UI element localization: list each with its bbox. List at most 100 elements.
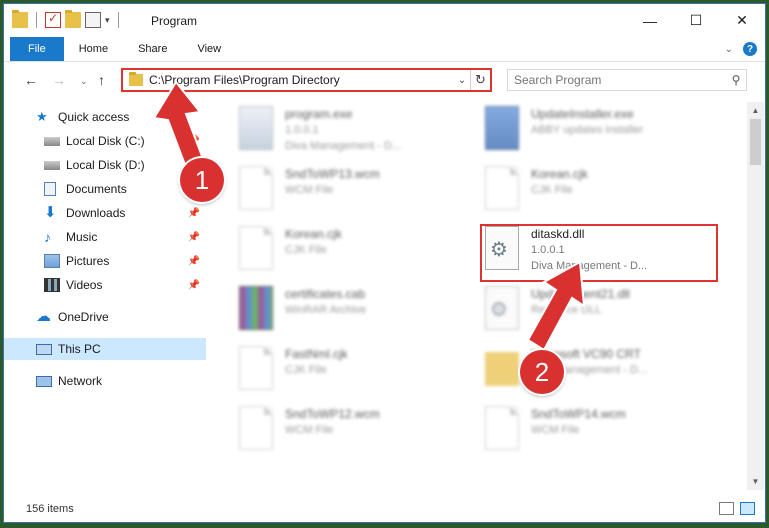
pin-icon[interactable]: 📌 <box>188 280 200 291</box>
maximize-button[interactable]: ☐ <box>673 4 719 37</box>
address-bar[interactable]: C:\Program Files\Program Directory ⌄ ↻ <box>121 68 492 92</box>
folder-icon <box>485 352 519 386</box>
navigation-pane: ★ Quick access Local Disk (C:) 📌 Local D… <box>4 102 206 488</box>
download-icon: ⬇ <box>44 204 57 221</box>
sidebar-item-label: Local Disk (C:) <box>66 134 145 148</box>
tab-share[interactable]: Share <box>123 37 182 61</box>
pin-icon[interactable]: 📌 <box>188 136 200 147</box>
sidebar-item-label: Music <box>66 230 98 244</box>
sidebar-item-downloads[interactable]: ⬇ Downloads 📌 <box>4 202 206 224</box>
up-arrow-icon[interactable]: ↑ <box>98 72 105 88</box>
sidebar-item-label: OneDrive <box>58 310 109 324</box>
title-bar: ▾ Program — ☐ ✕ <box>4 4 765 37</box>
scroll-up-icon[interactable]: ▲ <box>747 102 764 119</box>
chevron-down-icon[interactable]: ⌄ <box>725 44 733 55</box>
customize-icon[interactable] <box>85 12 101 28</box>
forward-arrow-icon[interactable]: → <box>52 72 66 88</box>
file-name: Korean.cjk <box>531 167 588 181</box>
help-icon[interactable]: ? <box>743 42 757 56</box>
list-item[interactable]: FastNml.cjk CJK File <box>239 346 479 400</box>
document-icon <box>44 182 56 196</box>
ribbon-right: ⌄ ? <box>725 42 757 56</box>
pin-icon[interactable]: 📌 <box>188 208 200 219</box>
explorer-window: ▾ Program — ☐ ✕ File Home Share View ⌄ ?… <box>3 3 766 523</box>
sidebar-item-network[interactable]: Network <box>4 370 206 392</box>
recent-chevron-icon[interactable]: ⌄ <box>80 76 88 87</box>
list-item[interactable]: Korean.cjk CJK File <box>239 226 479 280</box>
file-icon <box>485 166 519 210</box>
new-folder-icon[interactable] <box>65 10 81 28</box>
search-box[interactable]: ⚲ <box>507 69 747 91</box>
chevron-down-icon[interactable]: ⌄ <box>454 75 470 86</box>
details-view-icon[interactable] <box>719 502 734 515</box>
sidebar-item-label: Pictures <box>66 254 110 268</box>
tab-view[interactable]: View <box>182 37 236 61</box>
sidebar-item-label: This PC <box>58 342 101 356</box>
sidebar-item-videos[interactable]: Videos 📌 <box>4 274 206 296</box>
gear-icon: ⚙ <box>490 299 508 321</box>
search-icon[interactable]: ⚲ <box>726 73 746 87</box>
sidebar-item-label: Documents <box>66 182 127 196</box>
file-icon <box>485 406 519 450</box>
file-detail: WCM File <box>531 424 580 436</box>
file-detail: Resource DLL <box>531 304 602 316</box>
archive-file-icon <box>239 286 273 330</box>
sidebar-item-onedrive[interactable]: ☁ OneDrive <box>4 306 206 328</box>
file-name: SndToWP12.wcm <box>285 407 380 421</box>
properties-check-icon[interactable] <box>45 11 61 28</box>
tiles-view-icon[interactable] <box>740 502 755 515</box>
drive-icon <box>44 160 60 170</box>
sidebar-item-pictures[interactable]: Pictures 📌 <box>4 250 206 272</box>
scrollbar-thumb[interactable] <box>750 119 761 165</box>
file-name: program.exe <box>285 107 353 121</box>
file-detail: WCM File <box>285 424 334 436</box>
scroll-down-icon[interactable]: ▼ <box>747 473 764 490</box>
list-item[interactable]: Korean.cjk CJK File <box>485 166 725 220</box>
sidebar-item-local-disk-d[interactable]: Local Disk (D:) <box>4 154 206 176</box>
sidebar-item-quick-access[interactable]: ★ Quick access <box>4 106 206 128</box>
pictures-icon <box>44 254 60 268</box>
pin-icon[interactable]: 📌 <box>188 256 200 267</box>
refresh-icon[interactable]: ↻ <box>470 70 490 90</box>
chevron-down-icon[interactable]: ▾ <box>105 15 110 26</box>
file-detail: WCM File <box>285 184 334 196</box>
sidebar-item-this-pc[interactable]: This PC <box>4 338 206 360</box>
list-item[interactable]: ⚙ UpdateAgent21.dll Resource DLL <box>485 286 725 340</box>
file-detail: 1.0.0.1 <box>285 124 319 136</box>
search-input[interactable] <box>508 73 726 87</box>
list-item[interactable]: SndToWP12.wcm WCM File <box>239 406 479 460</box>
close-button[interactable]: ✕ <box>719 4 765 37</box>
drive-icon <box>44 136 60 146</box>
list-item[interactable]: SndToWP14.wcm WCM File <box>485 406 725 460</box>
pin-icon[interactable]: 📌 <box>188 232 200 243</box>
callout-badge-2: 2 <box>520 350 564 394</box>
vertical-scrollbar[interactable]: ▲ ▼ <box>747 102 764 490</box>
address-path[interactable]: C:\Program Files\Program Directory <box>149 73 454 87</box>
tab-home[interactable]: Home <box>64 37 123 61</box>
list-item[interactable]: certificates.cab WinRAR Archive <box>239 286 479 340</box>
ribbon-tabs: File Home Share View ⌄ ? <box>4 37 765 62</box>
cloud-icon: ☁ <box>36 308 51 325</box>
sidebar-item-local-disk-c[interactable]: Local Disk (C:) 📌 <box>4 130 206 152</box>
folder-icon[interactable] <box>12 10 28 28</box>
item-count: 156 items <box>26 502 74 515</box>
sidebar-item-label: Local Disk (D:) <box>66 158 145 172</box>
file-detail: Diva Management - D... <box>285 140 402 152</box>
network-icon <box>36 375 52 387</box>
back-arrow-icon[interactable]: ← <box>24 72 38 88</box>
file-list: program.exe 1.0.0.1 Diva Management - D.… <box>211 102 739 480</box>
minimize-button[interactable]: — <box>627 4 673 37</box>
callout-badge-1: 1 <box>180 158 224 202</box>
file-name: SndToWP14.wcm <box>531 407 626 421</box>
list-item[interactable]: UpdateInstaller.exe ABBY updates install… <box>485 106 725 160</box>
file-icon <box>239 346 273 390</box>
window-title: Program <box>151 14 198 28</box>
list-item[interactable]: SndToWP13.wcm WCM File <box>239 166 479 220</box>
sidebar-item-label: Videos <box>66 278 103 292</box>
list-item[interactable]: program.exe 1.0.0.1 Diva Management - D.… <box>239 106 479 160</box>
sidebar-item-music[interactable]: ♪ Music 📌 <box>4 226 206 248</box>
folder-icon <box>129 72 143 86</box>
sidebar-item-documents[interactable]: Documents <box>4 178 206 200</box>
tab-file[interactable]: File <box>10 37 64 61</box>
file-name: certificates.cab <box>285 287 366 301</box>
